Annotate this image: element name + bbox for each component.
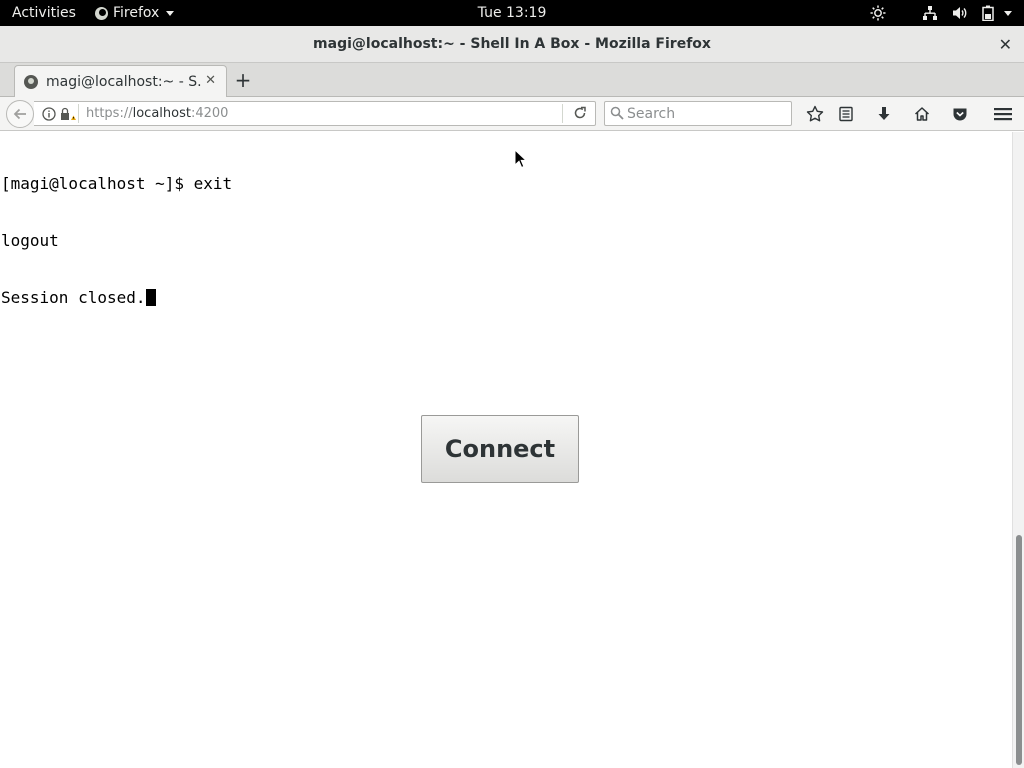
connect-button[interactable]: Connect bbox=[421, 415, 579, 483]
activities-button[interactable]: Activities bbox=[12, 0, 76, 26]
terminal-output[interactable]: [magi@localhost ~]$ exit logout Session … bbox=[1, 136, 232, 345]
reload-icon[interactable] bbox=[572, 105, 588, 121]
scrollbar-thumb[interactable] bbox=[1016, 535, 1022, 765]
navigation-toolbar: https://localhost:4200 bbox=[0, 97, 1024, 131]
search-input[interactable] bbox=[627, 103, 787, 124]
terminal-cursor bbox=[145, 289, 156, 306]
search-icon bbox=[610, 106, 624, 120]
volume-icon bbox=[952, 5, 968, 21]
chevron-down-icon bbox=[1004, 10, 1012, 16]
chevron-down-icon bbox=[166, 10, 175, 16]
app-menu-label: Firefox bbox=[113, 5, 160, 21]
tab-shell-in-a-box[interactable]: magi@localhost:~ - S... ✕ bbox=[14, 65, 227, 98]
top-bar: Activities Firefox Tue 13:19 bbox=[0, 0, 1024, 26]
tab-strip: magi@localhost:~ - S... ✕ + bbox=[0, 63, 1024, 98]
insecure-lock-icon[interactable] bbox=[60, 107, 76, 121]
hamburger-menu-icon[interactable] bbox=[993, 104, 1013, 124]
search-bar[interactable] bbox=[604, 101, 792, 126]
home-icon[interactable] bbox=[912, 104, 932, 124]
close-tab-icon[interactable]: ✕ bbox=[205, 73, 216, 88]
terminal-line: logout bbox=[1, 231, 59, 250]
mouse-pointer-icon bbox=[514, 149, 526, 169]
url-bar[interactable]: https://localhost:4200 bbox=[34, 101, 596, 126]
arrow-left-icon bbox=[13, 108, 26, 120]
tab-label: magi@localhost:~ - S... bbox=[46, 74, 201, 90]
scrollbar[interactable] bbox=[1012, 132, 1024, 768]
back-button[interactable] bbox=[6, 100, 34, 128]
favicon-icon bbox=[24, 75, 38, 89]
firefox-icon bbox=[95, 6, 108, 20]
url-text[interactable]: https://localhost:4200 bbox=[86, 102, 228, 125]
download-icon[interactable] bbox=[874, 104, 894, 124]
terminal-line: [magi@localhost ~]$ exit bbox=[1, 174, 233, 193]
battery-icon bbox=[982, 5, 1012, 21]
network-icon bbox=[922, 5, 938, 21]
bookmarks-menu-icon[interactable] bbox=[836, 104, 856, 124]
app-menu[interactable]: Firefox bbox=[95, 0, 175, 26]
pocket-icon[interactable] bbox=[950, 104, 970, 124]
brightness-icon bbox=[870, 5, 886, 21]
new-tab-button[interactable]: + bbox=[234, 67, 252, 93]
system-tray[interactable] bbox=[870, 0, 1012, 26]
terminal-line: Session closed. bbox=[1, 288, 232, 307]
window-title-bar[interactable]: magi@localhost:~ - Shell In A Box - Mozi… bbox=[0, 26, 1024, 63]
page-content: [magi@localhost ~]$ exit logout Session … bbox=[0, 132, 1024, 768]
info-icon[interactable] bbox=[42, 106, 56, 121]
bookmark-star-icon[interactable] bbox=[805, 104, 825, 124]
clock[interactable]: Tue 13:19 bbox=[478, 5, 547, 21]
window-title: magi@localhost:~ - Shell In A Box - Mozi… bbox=[313, 36, 711, 52]
close-window-button[interactable]: ✕ bbox=[999, 26, 1012, 63]
